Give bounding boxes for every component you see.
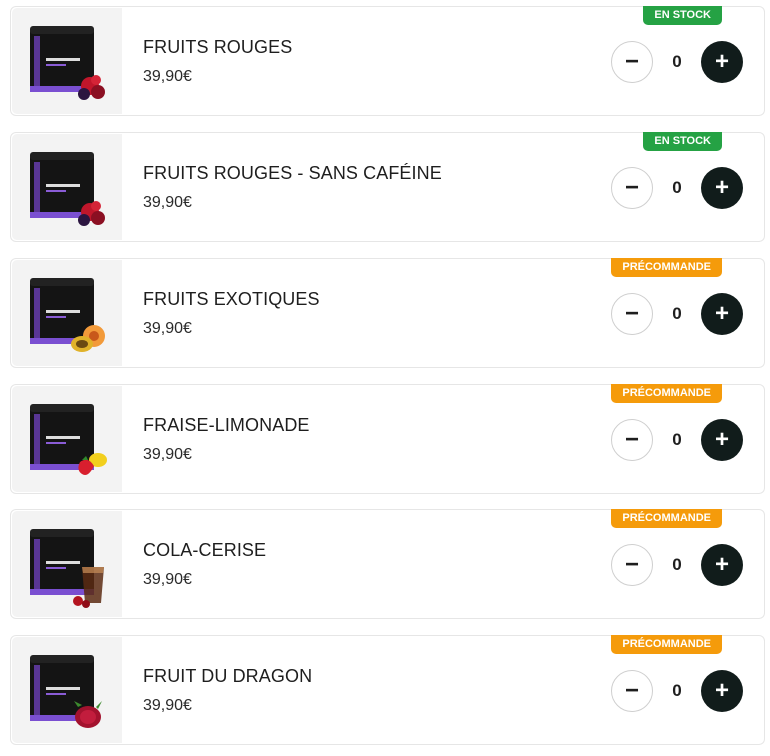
product-image	[12, 134, 122, 240]
stock-badge: PRÉCOMMANDE	[611, 384, 722, 403]
minus-icon: −	[624, 48, 639, 75]
product-name: FRUITS ROUGES - SANS CAFÉINE	[143, 163, 442, 183]
product-price: 39,90€	[143, 68, 192, 85]
product-card: FRUITS ROUGES - SANS CAFÉINE 39,90€ EN S…	[10, 132, 765, 242]
product-name: FRUITS ROUGES	[143, 37, 293, 57]
product-name: COLA-CERISE	[143, 540, 267, 560]
quantity-stepper: − 0 +	[611, 41, 743, 83]
stock-badge: EN STOCK	[643, 132, 722, 151]
decrease-quantity-button[interactable]: −	[611, 544, 653, 586]
product-image	[12, 511, 122, 617]
product-card: FRUITS EXOTIQUES 39,90€ PRÉCOMMANDE − 0 …	[10, 258, 765, 368]
quantity-value[interactable]: 0	[653, 293, 701, 335]
pre-workout-jar-icon	[30, 655, 102, 728]
product-card: FRUITS ROUGES 39,90€ EN STOCK − 0 +	[10, 6, 765, 116]
product-price: 39,90€	[143, 320, 192, 337]
quantity-stepper: − 0 +	[611, 544, 743, 586]
product-price: 39,90€	[143, 446, 192, 463]
increase-quantity-button[interactable]: +	[701, 41, 743, 83]
product-name: FRUIT DU DRAGON	[143, 666, 313, 686]
product-card: FRAISE-LIMONADE 39,90€ PRÉCOMMANDE − 0 +	[10, 384, 765, 494]
decrease-quantity-button[interactable]: −	[611, 293, 653, 335]
stock-badge: PRÉCOMMANDE	[611, 258, 722, 277]
plus-icon: +	[714, 174, 729, 201]
increase-quantity-button[interactable]: +	[701, 167, 743, 209]
decrease-quantity-button[interactable]: −	[611, 167, 653, 209]
pre-workout-jar-icon	[30, 26, 105, 100]
quantity-value[interactable]: 0	[653, 670, 701, 712]
product-card: FRUIT DU DRAGON 39,90€ PRÉCOMMANDE − 0 +	[10, 635, 765, 745]
minus-icon: −	[624, 426, 639, 453]
increase-quantity-button[interactable]: +	[701, 544, 743, 586]
minus-icon: −	[624, 300, 639, 327]
product-image	[12, 260, 122, 366]
pre-workout-jar-icon	[30, 278, 105, 352]
stock-badge: PRÉCOMMANDE	[611, 509, 722, 528]
stock-badge: PRÉCOMMANDE	[611, 635, 722, 654]
product-price: 39,90€	[143, 194, 192, 211]
plus-icon: +	[714, 300, 729, 327]
quantity-value[interactable]: 0	[653, 419, 701, 461]
minus-icon: −	[624, 174, 639, 201]
product-image	[12, 637, 122, 743]
quantity-stepper: − 0 +	[611, 167, 743, 209]
increase-quantity-button[interactable]: +	[701, 419, 743, 461]
decrease-quantity-button[interactable]: −	[611, 419, 653, 461]
plus-icon: +	[714, 677, 729, 704]
decrease-quantity-button[interactable]: −	[611, 670, 653, 712]
product-price: 39,90€	[143, 571, 192, 588]
stock-badge: EN STOCK	[643, 6, 722, 25]
quantity-stepper: − 0 +	[611, 293, 743, 335]
pre-workout-jar-icon	[30, 529, 104, 608]
product-name: FRUITS EXOTIQUES	[143, 289, 320, 309]
quantity-value[interactable]: 0	[653, 167, 701, 209]
decrease-quantity-button[interactable]: −	[611, 41, 653, 83]
plus-icon: +	[714, 551, 729, 578]
increase-quantity-button[interactable]: +	[701, 670, 743, 712]
product-card: COLA-CERISE 39,90€ PRÉCOMMANDE − 0 +	[10, 509, 765, 619]
plus-icon: +	[714, 426, 729, 453]
quantity-stepper: − 0 +	[611, 419, 743, 461]
product-image	[12, 8, 122, 114]
quantity-stepper: − 0 +	[611, 670, 743, 712]
minus-icon: −	[624, 677, 639, 704]
quantity-value[interactable]: 0	[653, 544, 701, 586]
pre-workout-jar-icon	[30, 404, 107, 475]
quantity-value[interactable]: 0	[653, 41, 701, 83]
product-image	[12, 386, 122, 492]
product-price: 39,90€	[143, 697, 192, 714]
minus-icon: −	[624, 551, 639, 578]
increase-quantity-button[interactable]: +	[701, 293, 743, 335]
product-name: FRAISE-LIMONADE	[143, 415, 310, 435]
pre-workout-jar-icon	[30, 152, 105, 226]
plus-icon: +	[714, 48, 729, 75]
